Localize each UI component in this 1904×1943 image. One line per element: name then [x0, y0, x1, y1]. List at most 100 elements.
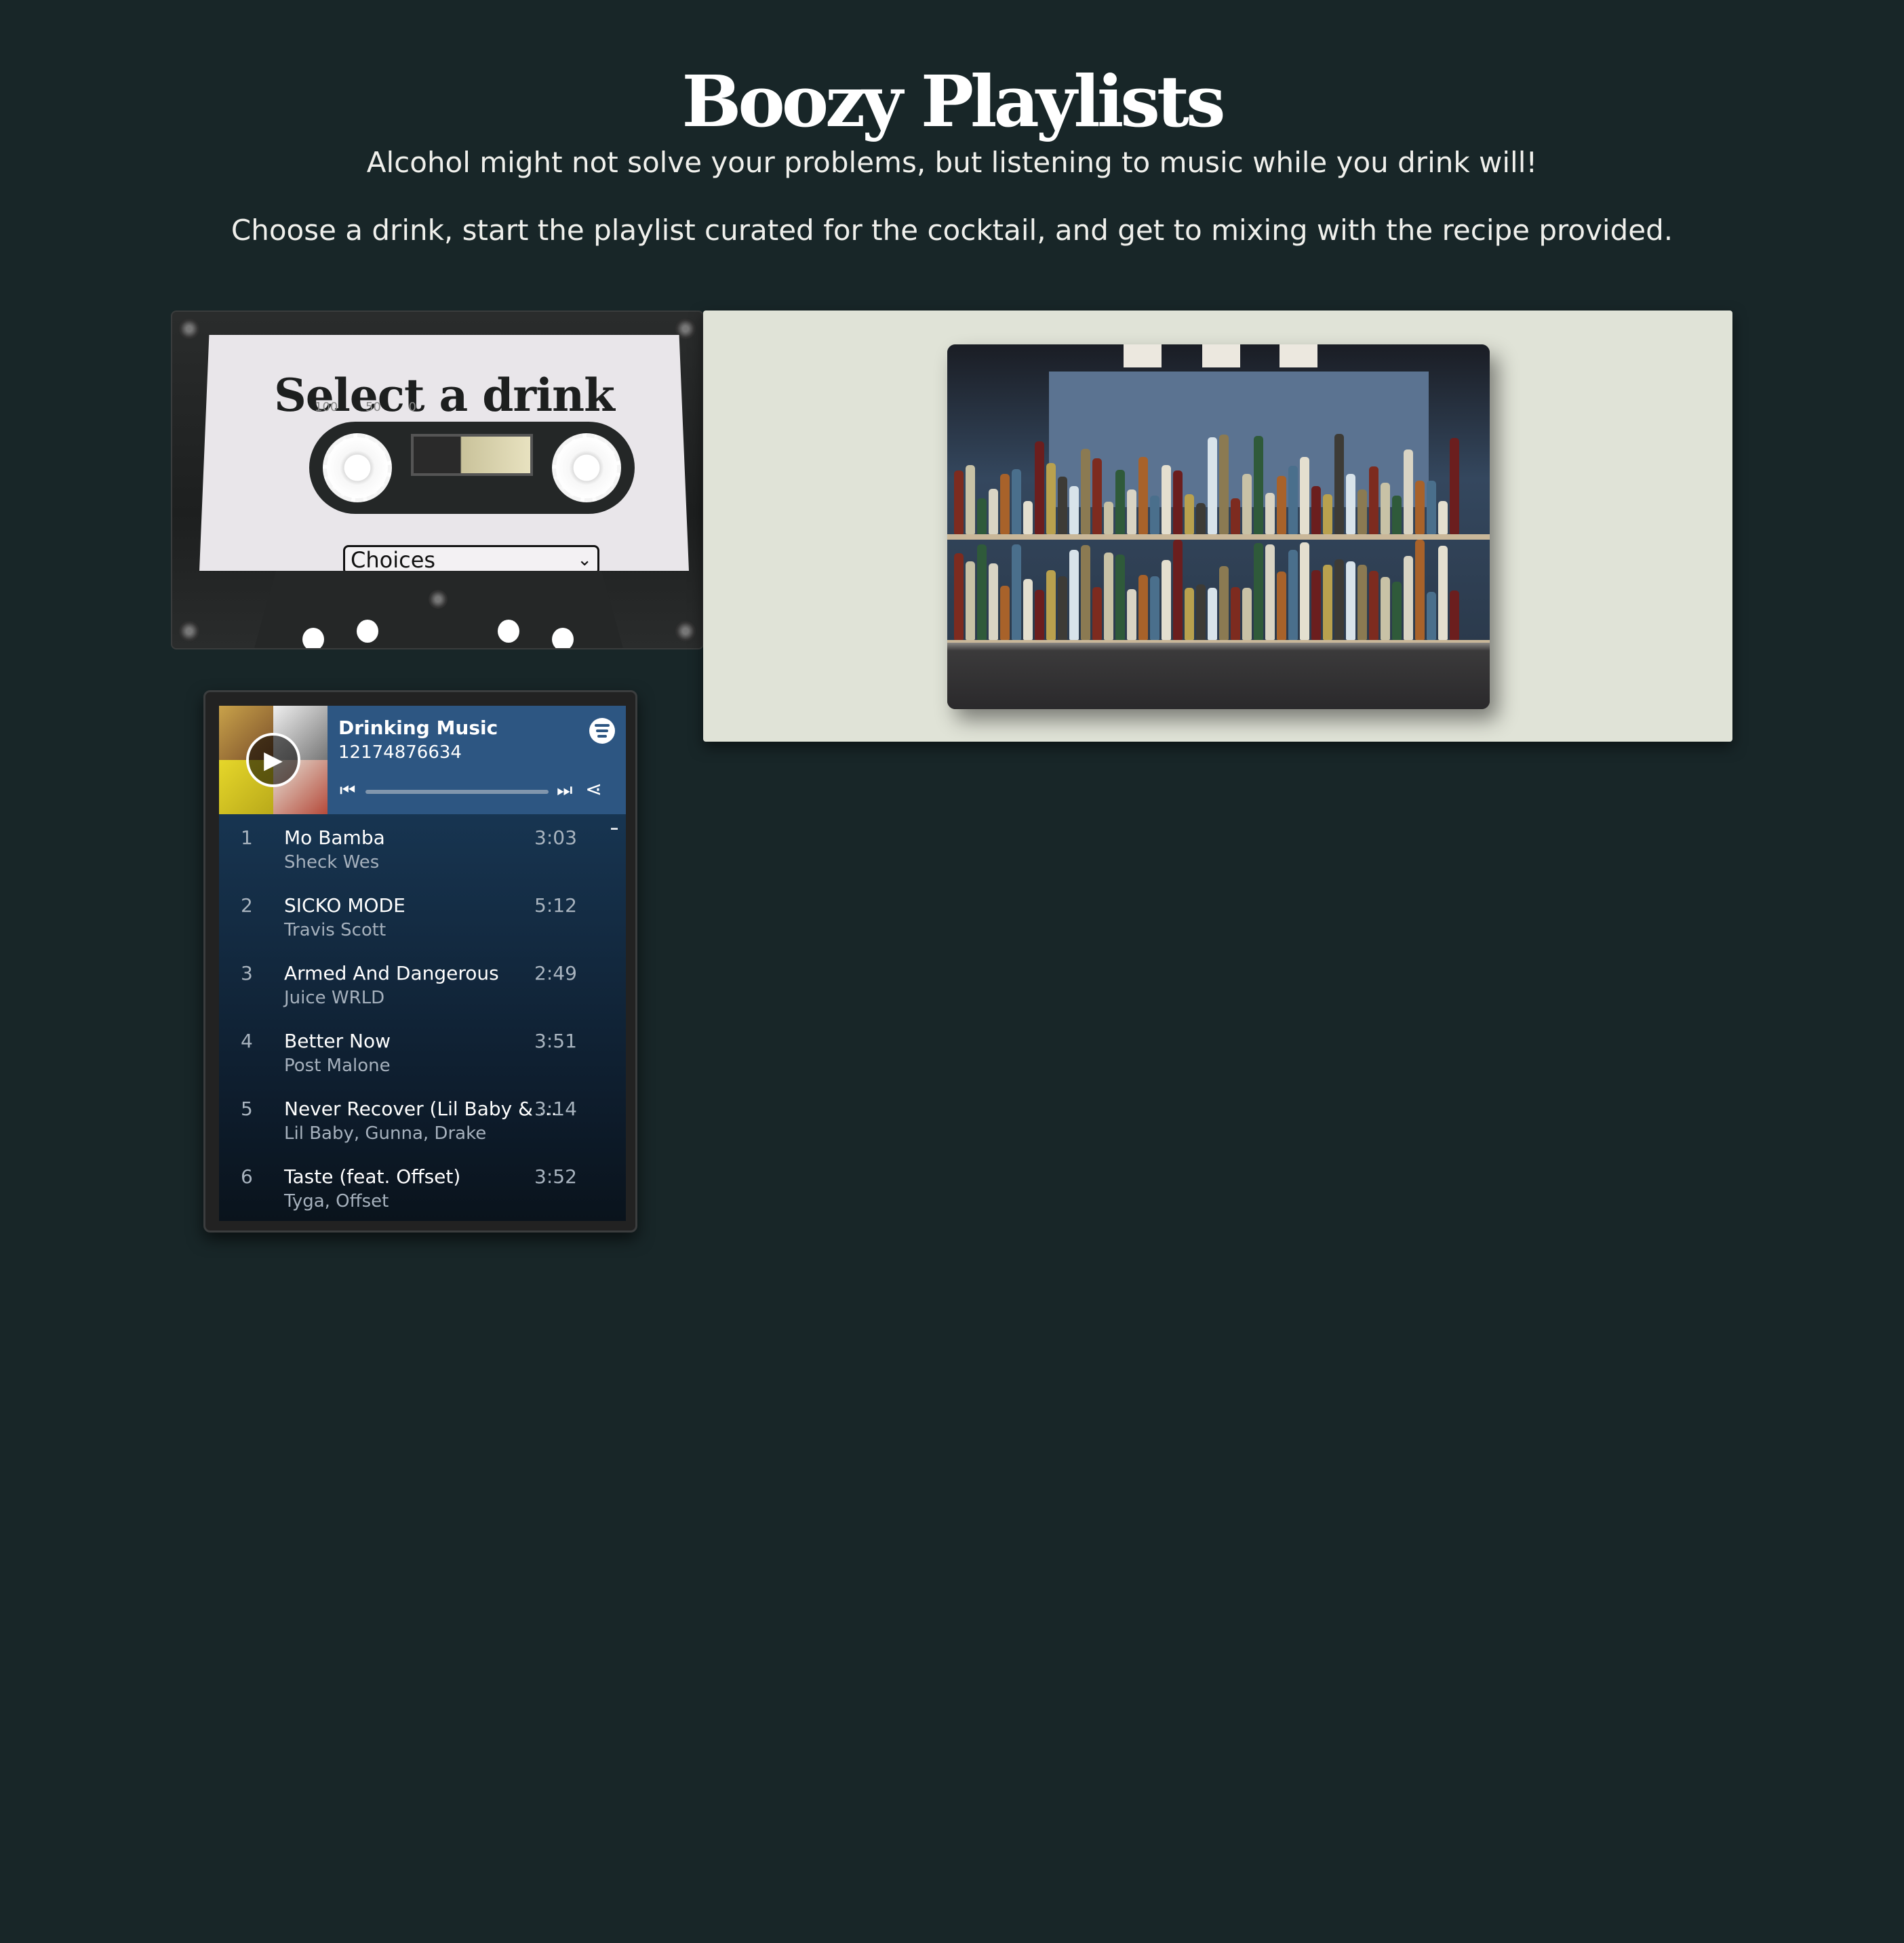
- bottle: [1265, 493, 1275, 534]
- track-row[interactable]: 4 Better Now Post Malone 3:51: [219, 1024, 626, 1092]
- bottle: [1069, 550, 1079, 640]
- bottle: [1150, 576, 1159, 640]
- bottle: [1023, 579, 1033, 640]
- bottle: [1288, 550, 1298, 640]
- bottle: [1415, 481, 1425, 534]
- progress-bar[interactable]: [365, 790, 549, 794]
- bottle: [1185, 494, 1194, 534]
- cassette-label: Select a drink 100 50 0 Choices ⌄: [199, 335, 689, 571]
- bottle: [1104, 553, 1113, 640]
- track-artist[interactable]: Lil Baby, Gunna, Drake: [284, 1123, 486, 1144]
- cassette-bottom: [254, 571, 624, 648]
- bottle: [966, 465, 975, 534]
- bottle: [1081, 545, 1090, 640]
- cassette-hole: [498, 620, 519, 643]
- bottle: [1081, 449, 1090, 534]
- share-icon[interactable]: ⋖: [585, 778, 602, 801]
- bottle: [1346, 561, 1355, 640]
- bottle: [1357, 565, 1367, 640]
- bottle: [1138, 575, 1148, 640]
- bottle: [1115, 555, 1125, 640]
- bottle: [1392, 496, 1402, 534]
- track-row[interactable]: 5 Never Recover (Lil Baby & ... Lil Baby…: [219, 1092, 626, 1160]
- spotify-logo-icon[interactable]: [589, 718, 615, 744]
- bottle: [1219, 435, 1229, 534]
- tagline: Alcohol might not solve your problems, b…: [366, 146, 1538, 179]
- bottle: [1012, 469, 1021, 534]
- bottle: [1334, 559, 1344, 640]
- track-row[interactable]: 6 Taste (feat. Offset) Tyga, Offset 3:52: [219, 1160, 626, 1221]
- tape-marks: 100 50 0: [315, 400, 416, 414]
- bottle: [1300, 542, 1309, 640]
- chevron-down-icon: ⌄: [577, 550, 592, 570]
- cassette-title: Select a drink: [274, 369, 615, 422]
- track-name: Taste (feat. Offset): [284, 1165, 461, 1188]
- bottle: [1196, 503, 1206, 534]
- bottle: [1058, 477, 1067, 534]
- bottle: [1450, 590, 1459, 640]
- screw: [675, 621, 696, 641]
- bottle: [1427, 481, 1436, 534]
- bottle: [1150, 496, 1159, 534]
- playlist-title[interactable]: Drinking Music: [338, 717, 498, 739]
- bottle: [1104, 502, 1113, 534]
- playlist-owner[interactable]: 12174876634: [338, 742, 462, 763]
- bottle: [1265, 544, 1275, 640]
- tape-mark: 0: [408, 400, 416, 414]
- bar-counter: [947, 643, 1490, 709]
- cassette-hole: [357, 620, 378, 643]
- bottle: [1231, 498, 1240, 534]
- track-artist[interactable]: Juice WRLD: [284, 988, 384, 1008]
- track-artist[interactable]: Sheck Wes: [284, 852, 379, 873]
- track-name: Never Recover (Lil Baby & ...: [284, 1098, 557, 1120]
- bottle: [1242, 474, 1252, 534]
- bottle: [1162, 465, 1171, 534]
- track-duration: 3:52: [534, 1165, 577, 1188]
- bottle: [989, 563, 998, 640]
- track-row[interactable]: 2 SICKO MODE Travis Scott 5:12: [219, 889, 626, 957]
- instructions: Choose a drink, start the playlist curat…: [231, 214, 1673, 247]
- cassette-window: [309, 422, 635, 514]
- bottle: [1438, 501, 1448, 534]
- bottle: [954, 470, 964, 534]
- bottle: [1415, 540, 1425, 640]
- track-row[interactable]: 1 Mo Bamba Sheck Wes 3:03: [219, 821, 626, 889]
- bottle: [1381, 577, 1390, 640]
- track-row[interactable]: 3 Armed And Dangerous Juice WRLD 2:49: [219, 957, 626, 1024]
- bottle: [1392, 582, 1402, 640]
- cassette-selector: Select a drink 100 50 0 Choices ⌄: [171, 311, 704, 649]
- bottle: [1208, 588, 1217, 640]
- track-number: 5: [241, 1098, 253, 1120]
- bottle: [1381, 483, 1390, 534]
- track-artist[interactable]: Tyga, Offset: [284, 1191, 389, 1211]
- skip-forward-icon[interactable]: ⏭: [557, 780, 572, 801]
- bottle: [1208, 437, 1217, 534]
- tape-mark: 50: [365, 400, 381, 414]
- track-artist[interactable]: Travis Scott: [284, 920, 386, 940]
- bottle: [1035, 590, 1044, 640]
- drink-select[interactable]: Choices ⌄: [343, 545, 599, 573]
- track-artist[interactable]: Post Malone: [284, 1056, 391, 1076]
- play-icon[interactable]: ▶: [246, 733, 300, 787]
- track-duration: 2:49: [534, 962, 577, 984]
- reel-right: [552, 433, 621, 502]
- track-duration: 3:03: [534, 826, 577, 849]
- drink-select-value: Choices: [351, 547, 436, 573]
- bottle: [1427, 592, 1436, 640]
- spotify-player: ▶ Drinking Music 12174876634 ⏮ ⏭ ⋖ 1 Mo …: [219, 706, 626, 1221]
- screw: [179, 319, 199, 339]
- bottle: [1219, 566, 1229, 640]
- tape-mark: 100: [315, 400, 338, 414]
- drink-image-panel: [703, 311, 1732, 742]
- ceiling-lamp: [1202, 344, 1240, 367]
- track-number: 3: [241, 962, 253, 984]
- bottle: [1369, 466, 1379, 534]
- bottle: [1069, 486, 1079, 534]
- bottle: [954, 553, 964, 640]
- bottle: [1173, 470, 1183, 534]
- bottle: [977, 544, 987, 640]
- skip-back-icon[interactable]: ⏮: [340, 780, 355, 801]
- track-number: 6: [241, 1165, 253, 1188]
- ceiling-lamp: [1124, 344, 1162, 367]
- bottle: [1254, 543, 1263, 640]
